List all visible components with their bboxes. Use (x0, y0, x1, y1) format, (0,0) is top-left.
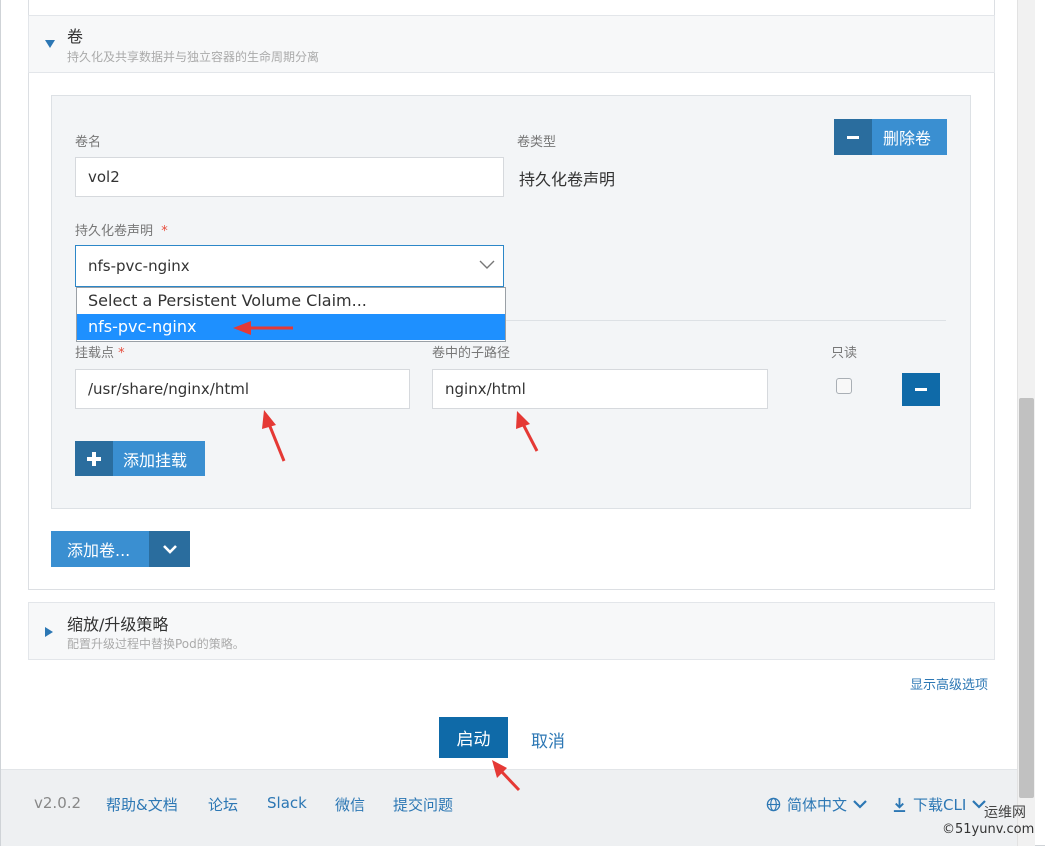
page: 卷 持久化及共享数据并与独立容器的生命周期分离 卷名 vol2 卷类型 持久化卷… (0, 0, 1045, 846)
red-arrow-icon (233, 321, 293, 335)
red-arrow-icon (262, 410, 286, 462)
annotation-arrows (233, 321, 539, 792)
red-arrow-icon (492, 760, 521, 792)
red-arrow-icon (516, 411, 539, 452)
